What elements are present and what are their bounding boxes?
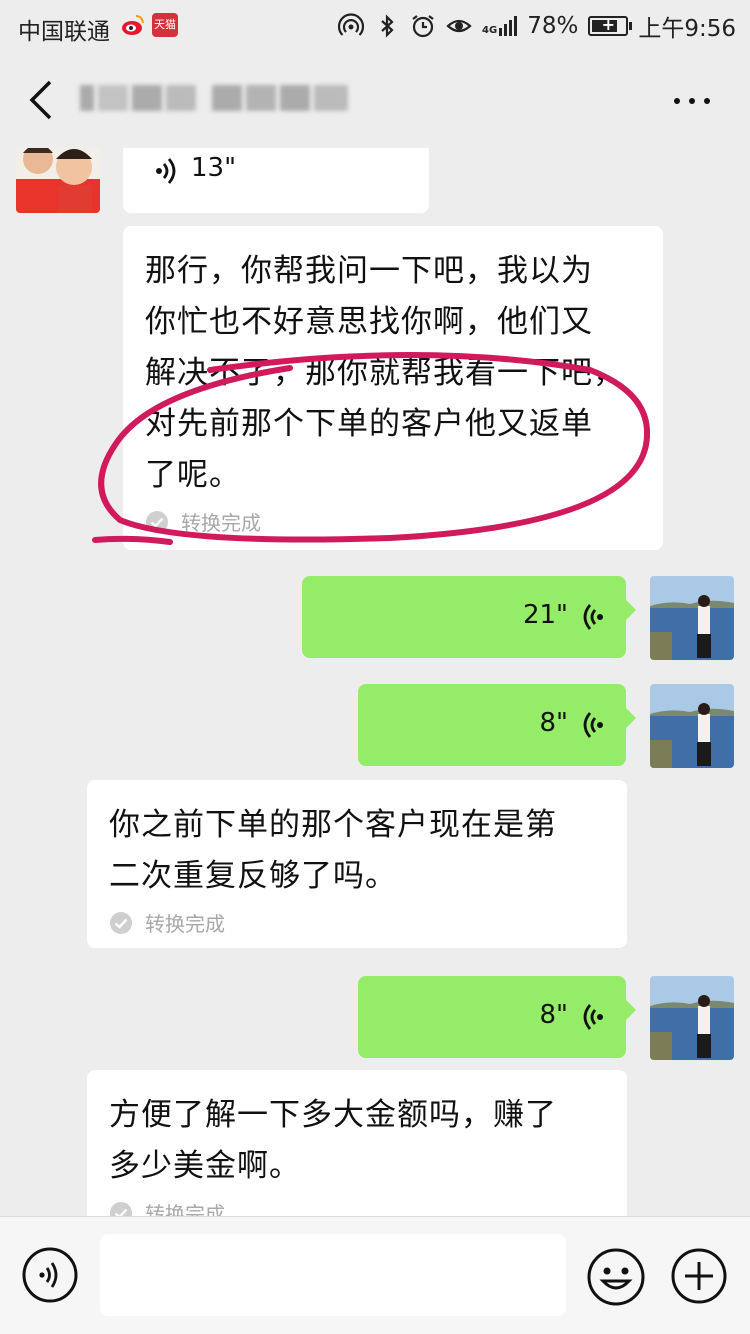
chat-header [0,52,750,148]
check-circle-icon [110,911,132,934]
battery-icon: + [588,15,633,36]
voice-to-text-bubble[interactable]: 那行，你帮我问一下吧，我以为 你忙也不好意思找你啊，他们又 解决不了，那你就帮我… [123,226,663,550]
conversion-status: 转换完成 [109,908,607,937]
message-input[interactable] [100,1234,566,1316]
voice-to-text-bubble[interactable]: 你之前下单的那个客户现在是第 二次重复反够了吗。 转换完成 [87,780,627,948]
my-avatar[interactable] [650,576,734,660]
voice-duration: 8" [539,708,568,738]
lake-photo [650,684,734,768]
chat-area[interactable]: 13" 那行，你帮我问一下吧，我以为 你忙也不好意思找你啊，他们又 解决不了，那… [0,148,750,1216]
check-circle-icon [110,1201,132,1216]
my-avatar[interactable] [650,684,734,768]
voice-wave-icon [583,1004,603,1030]
contact-name-blurred [80,85,350,115]
voice-wave-icon [583,712,603,738]
voice-to-text-bubble[interactable]: 方便了解一下多大金额吗，赚了 多少美金啊。 转换完成 [87,1070,627,1216]
voice-input-icon[interactable] [22,1247,78,1303]
conversion-status: 转换完成 [145,507,643,536]
voice-wave-icon [156,158,176,184]
voice-message-bubble[interactable]: 13" [123,148,429,213]
voice-duration: 21" [522,600,568,630]
carrier-label: 中国联通 [18,19,110,45]
lake-photo [650,576,734,660]
eye-icon [446,19,472,33]
emoji-icon[interactable] [586,1247,646,1307]
message-text: 你之前下单的那个客户现在是第 二次重复反够了吗。 [109,807,557,894]
input-bar [0,1216,750,1334]
my-avatar[interactable] [650,976,734,1060]
plus-icon[interactable] [670,1247,728,1305]
voice-duration: 13" [191,153,237,183]
clock: 上午9:56 [638,16,736,42]
chevron-left-icon[interactable] [22,76,62,124]
signal-icon: 4G [482,16,518,36]
hotspot-icon [338,13,365,36]
tmall-icon: 天猫 [152,13,178,37]
bluetooth-icon [381,14,394,38]
conversion-status: 转换完成 [109,1198,607,1216]
voice-message-bubble[interactable]: 8" [358,976,636,1058]
weibo-icon [122,15,144,35]
voice-message-bubble[interactable]: 8" [358,684,636,766]
status-bar: 中国联通 天猫 4G 78% + 上午9:56 [0,0,750,52]
lake-photo [650,976,734,1060]
ellipsis-icon[interactable] [674,98,710,104]
alarm-icon [412,15,434,38]
battery-percent: 78% [527,13,579,39]
message-text: 方便了解一下多大金额吗，赚了 多少美金啊。 [109,1097,557,1184]
child-photo [16,148,100,213]
contact-avatar[interactable] [16,148,100,213]
voice-wave-icon [583,604,603,630]
message-text: 那行，你帮我问一下吧，我以为 你忙也不好意思找你啊，他们又 解决不了，那你就帮我… [145,253,625,493]
check-circle-icon [146,510,168,533]
voice-duration: 8" [539,1000,568,1030]
voice-message-bubble[interactable]: 21" [302,576,636,658]
status-icons: 4G 78% + 上午9:56 [338,11,736,42]
